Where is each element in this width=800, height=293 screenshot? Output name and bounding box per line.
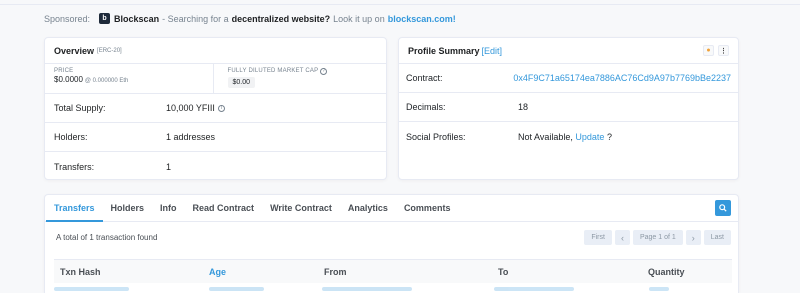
overview-title: Overview xyxy=(54,45,95,56)
price-row: PRICE $0.0000 @ 0.000000 Eth FULLY DILUTE… xyxy=(45,64,386,94)
sponsored-brand[interactable]: Blockscan xyxy=(114,14,159,24)
token-tabs-card: Transfers Holders Info Read Contract Wri… xyxy=(44,194,739,293)
column-txn-hash: Txn Hash xyxy=(60,266,101,277)
search-icon xyxy=(719,204,727,212)
transfers-row: Transfers: 1 xyxy=(45,152,386,181)
sponsored-banner: Sponsored: b Blockscan - Searching for a… xyxy=(44,13,459,24)
row-hash-fragment xyxy=(54,287,129,291)
total-supply-value: 10,000 YFIII xyxy=(166,103,215,113)
sponsored-text-bold: decentralized website? xyxy=(231,13,331,24)
column-from: From xyxy=(324,266,347,277)
tab-bar: Transfers Holders Info Read Contract Wri… xyxy=(45,195,738,222)
social-profiles-row: Social Profiles: Not Available, Update ? xyxy=(399,122,738,151)
profile-summary-card: Profile Summary [Edit] ● ⋮ Contract: 0x4… xyxy=(398,37,739,180)
sponsored-text-pre: - Searching for a xyxy=(162,13,229,24)
sponsored-label: Sponsored: xyxy=(44,13,91,24)
overview-card: Overview [ERC-20] PRICE $0.0000 @ 0.00000… xyxy=(44,37,387,180)
market-cap-label: FULLY DILUTED MARKET CAP? xyxy=(228,68,378,75)
row-quantity-fragment xyxy=(649,287,669,291)
market-cap-block: FULLY DILUTED MARKET CAP? $0.00 xyxy=(212,64,387,93)
social-update-link[interactable]: Update xyxy=(575,132,604,142)
more-options-icon[interactable]: ⋮ xyxy=(718,45,729,56)
blockscan-logo-icon: b xyxy=(99,13,111,24)
total-supply-row: Total Supply: 10,000 YFIII i xyxy=(45,94,386,123)
search-button[interactable] xyxy=(715,200,731,216)
row-from-fragment xyxy=(322,287,412,291)
table-row xyxy=(54,287,732,293)
transaction-count-text: A total of 1 transaction found xyxy=(56,233,158,242)
pagination: First ‹ Page 1 of 1 › Last xyxy=(584,230,731,245)
social-question-mark: ? xyxy=(606,131,612,142)
contract-label: Contract: xyxy=(406,73,443,83)
tab-read-contract[interactable]: Read Contract xyxy=(185,195,263,222)
decimals-value: 18 xyxy=(518,102,529,112)
profile-edit-link[interactable]: [Edit] xyxy=(482,46,503,56)
prev-page-button[interactable]: ‹ xyxy=(614,230,630,245)
tab-holders[interactable]: Holders xyxy=(103,195,153,222)
transfers-value: 1 xyxy=(166,161,172,172)
top-border xyxy=(0,0,800,5)
token-logo-icon[interactable]: ● xyxy=(703,45,714,56)
info-icon[interactable]: i xyxy=(217,104,225,112)
total-supply-label: Total Supply: xyxy=(54,103,106,113)
tab-transfers[interactable]: Transfers xyxy=(46,195,103,222)
price-eth: @ 0.000000 Eth xyxy=(84,78,129,84)
sponsored-link[interactable]: blockscan.com! xyxy=(388,14,456,24)
last-page-button[interactable]: Last xyxy=(703,230,731,245)
row-age-fragment xyxy=(209,287,264,291)
holders-row: Holders: 1 addresses xyxy=(45,123,386,152)
column-quantity: Quantity xyxy=(648,266,685,277)
question-icon[interactable]: ? xyxy=(320,68,328,75)
holders-value: 1 addresses xyxy=(166,132,216,142)
overview-header: Overview [ERC-20] xyxy=(45,38,386,64)
tab-info[interactable]: Info xyxy=(152,195,185,222)
first-page-button[interactable]: First xyxy=(584,230,612,245)
contract-row: Contract: 0x4F9C71a65174ea7886AC76Cd9A97… xyxy=(399,64,738,93)
social-profiles-text: Not Available, xyxy=(518,131,573,142)
price-label: PRICE xyxy=(54,68,74,74)
market-cap-value: $0.00 xyxy=(227,77,256,88)
social-profiles-value: Not Available, Update ? xyxy=(518,132,612,142)
decimals-label: Decimals: xyxy=(406,102,446,112)
social-profiles-label: Social Profiles: xyxy=(406,131,466,142)
tab-comments[interactable]: Comments xyxy=(396,195,459,222)
tab-write-contract[interactable]: Write Contract xyxy=(262,195,340,222)
sponsored-text-mid: Look it up on xyxy=(333,13,385,24)
contract-address-link[interactable]: 0x4F9C71a65174ea7886AC76Cd9A97b7769bBe22… xyxy=(513,73,731,83)
transactions-table-header: Txn Hash Age From To Quantity xyxy=(54,259,732,283)
price-block: PRICE $0.0000 @ 0.000000 Eth xyxy=(45,64,213,93)
price-value: $0.0000 @ 0.000000 Eth xyxy=(54,75,204,84)
price-usd: $0.0000 xyxy=(54,75,83,84)
profile-title: Profile Summary xyxy=(408,45,480,56)
column-age[interactable]: Age xyxy=(209,267,226,277)
overview-subtitle: [ERC-20] xyxy=(97,47,122,54)
decimals-row: Decimals: 18 xyxy=(399,93,738,122)
next-page-button[interactable]: › xyxy=(685,230,701,245)
row-to-fragment xyxy=(494,287,574,291)
tab-analytics[interactable]: Analytics xyxy=(340,195,396,222)
holders-label: Holders: xyxy=(54,132,88,142)
column-to: To xyxy=(498,266,509,277)
page-indicator: Page 1 of 1 xyxy=(632,230,683,245)
market-cap-label-text: FULLY DILUTED MARKET CAP xyxy=(227,68,319,74)
transfers-label: Transfers: xyxy=(54,161,95,172)
profile-actions: ● ⋮ xyxy=(703,45,729,56)
profile-header: Profile Summary [Edit] ● ⋮ xyxy=(399,38,738,64)
